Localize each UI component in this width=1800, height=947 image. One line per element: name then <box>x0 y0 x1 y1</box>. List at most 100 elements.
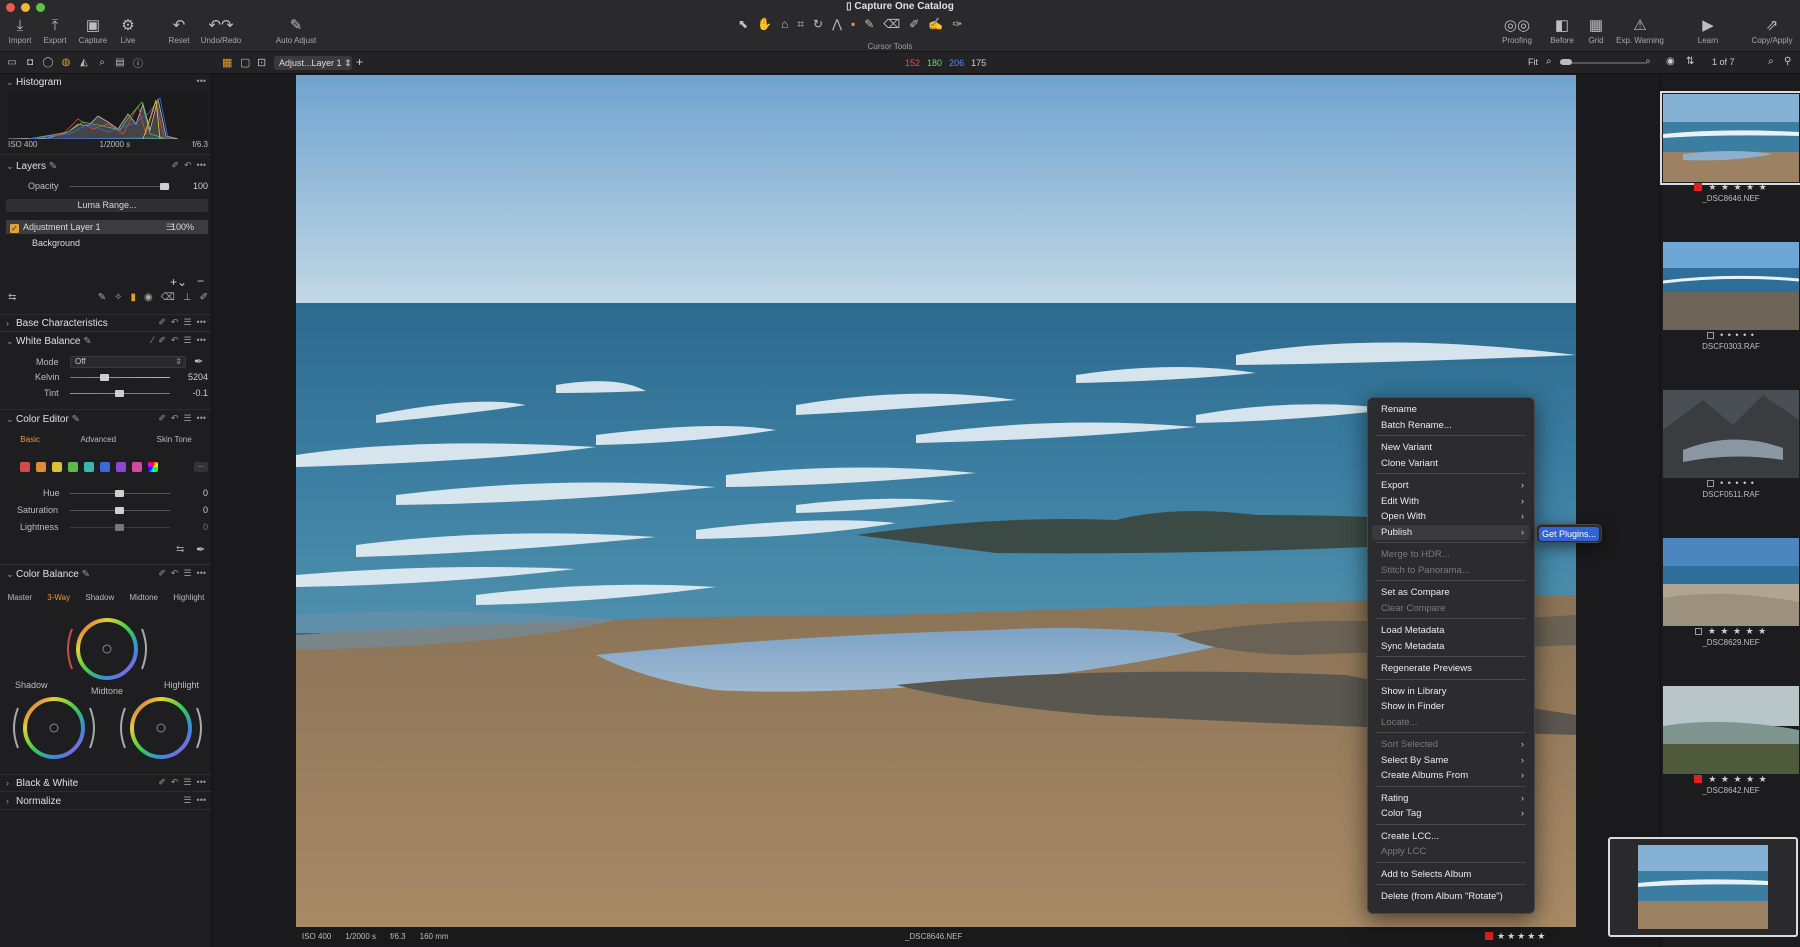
color-tab-icon[interactable]: ◍ <box>60 56 72 68</box>
add-layer-icon[interactable]: + <box>356 55 363 69</box>
more-icon[interactable]: ••• <box>197 568 206 579</box>
menu-item-color-tag[interactable]: Color Tag › <box>1372 806 1530 821</box>
menu-item-set-as-compare[interactable]: Set as Compare <box>1372 585 1530 600</box>
annotate-cursor-icon[interactable]: ✍ <box>928 17 943 32</box>
menu-item-regenerate-previews[interactable]: Regenerate Previews <box>1372 661 1530 676</box>
copy-apply-button[interactable]: ⇗ Copy/Apply <box>1752 16 1793 45</box>
thumbnail-rating[interactable]: ★ ★ ★ ★ ★ <box>1663 182 1799 193</box>
tab-skin-tone[interactable]: Skin Tone <box>157 435 192 444</box>
brush-icon[interactable]: ✎ <box>49 161 57 172</box>
keystone-cursor-icon[interactable]: ⋀ <box>832 17 842 32</box>
histogram-header[interactable]: ⌄ Histogram ••• <box>0 74 212 90</box>
menu-item-rename[interactable]: Rename <box>1372 402 1530 417</box>
mask-cursor-icon[interactable]: ▪ <box>851 17 855 32</box>
info-tab-icon[interactable]: ⓘ <box>132 56 144 70</box>
wand-icon[interactable]: ✐ <box>171 160 179 171</box>
pen-icon[interactable]: ✐ <box>200 292 208 303</box>
menu-item-export[interactable]: Export › <box>1372 478 1530 493</box>
brush-icon[interactable]: ✎ <box>82 569 90 580</box>
brush-icon[interactable]: ✎ <box>83 336 91 347</box>
brush-icon[interactable]: ✎ <box>98 292 106 303</box>
menu-item-create-lcc[interactable]: Create LCC... <box>1372 829 1530 844</box>
wand-icon[interactable]: ✐ <box>158 777 166 788</box>
checkbox-icon[interactable]: ✓ <box>10 224 19 233</box>
layer-select[interactable]: Adjust...Layer 1 ⇕ <box>274 56 352 70</box>
more-icon[interactable]: ••• <box>197 413 206 424</box>
lens-tab-icon[interactable]: ◯ <box>42 56 54 68</box>
tint-slider[interactable] <box>70 390 170 397</box>
eye-icon[interactable]: ◉ <box>1666 56 1675 67</box>
shadow-wheel[interactable] <box>6 693 102 763</box>
menu-item-rating[interactable]: Rating › <box>1372 791 1530 806</box>
menu-item-sort-selected[interactable]: Sort Selected › <box>1372 737 1530 752</box>
erase-cursor-icon[interactable]: ⌫ <box>883 17 900 32</box>
tint-value[interactable]: -0.1 <box>178 388 208 398</box>
thumbnail-rating[interactable]: ★ ★ ★ ★ ★ <box>1663 626 1799 637</box>
picker-cursor-icon[interactable]: ✐ <box>909 17 919 32</box>
wb-mode-select[interactable]: Off ⇕ <box>70 356 186 368</box>
export-button[interactable]: ⤒ Export <box>35 16 75 46</box>
zoom-out-icon[interactable]: ⌕ <box>1546 56 1552 67</box>
menu-item-sync-metadata[interactable]: Sync Metadata <box>1372 639 1530 654</box>
erase-icon[interactable]: ⌫ <box>161 292 175 303</box>
thumbnail-rating[interactable]: ★ ★ ★ ★ ★ <box>1663 774 1799 785</box>
menu-item-batch-rename[interactable]: Batch Rename... <box>1372 418 1530 433</box>
more-swatches-button[interactable]: ... <box>194 462 208 472</box>
zoom-fit-button[interactable]: Fit <box>1528 57 1538 67</box>
reset-icon[interactable]: ↶ <box>171 413 179 424</box>
color-swatch[interactable] <box>100 462 110 472</box>
menu-item-clear-compare[interactable]: Clear Compare <box>1372 601 1530 616</box>
saturation-slider[interactable] <box>70 507 170 514</box>
tab-3-way[interactable]: 3-Way <box>47 593 70 602</box>
get-plugins-item[interactable]: Get Plugins... <box>1539 527 1599 541</box>
menu-item-select-by-same[interactable]: Select By Same › <box>1372 753 1530 768</box>
menu-item-create-albums-from[interactable]: Create Albums From › <box>1372 768 1530 783</box>
checkbox-icon[interactable] <box>1707 332 1715 339</box>
menu-item-locate[interactable]: Locate... <box>1372 715 1530 730</box>
brush-cursor-icon[interactable]: ✎ <box>864 17 874 32</box>
tab-master[interactable]: Master <box>8 593 32 602</box>
color-swatch[interactable] <box>116 462 126 472</box>
reset-icon[interactable]: ↶ <box>171 777 179 788</box>
more-icon[interactable]: ••• <box>197 160 206 171</box>
white-balance-header[interactable]: ⌄ White Balance ✎ ⁄ ✐ ↶ ☰ ••• <box>0 333 212 349</box>
color-editor-header[interactable]: ⌄ Color Editor ✎ ✐ ↶ ☰ ••• <box>0 411 212 427</box>
menu-item-merge-to-hdr[interactable]: Merge to HDR... <box>1372 547 1530 562</box>
reset-button[interactable]: ↶ Reset <box>159 16 199 45</box>
proofing-button[interactable]: ◎◎ Proofing <box>1497 16 1537 45</box>
pan-cursor-icon[interactable]: ✋ <box>757 17 772 32</box>
layers-header[interactable]: ⌄ Layers ✎ ✐ ↶ ••• <box>0 158 212 174</box>
capture-tab-icon[interactable]: ◘ <box>24 56 36 68</box>
list-icon[interactable]: ☰ <box>183 335 191 346</box>
list-icon[interactable]: ☰ <box>183 317 191 328</box>
highlight-wheel[interactable] <box>113 693 209 763</box>
magic-brush-icon[interactable]: ✧ <box>114 292 122 303</box>
more-icon[interactable]: ••• <box>197 335 206 346</box>
lightness-slider[interactable] <box>70 524 170 531</box>
color-swatch[interactable] <box>20 462 30 472</box>
exposure-tab-icon[interactable]: ◭ <box>78 56 90 68</box>
wand-icon[interactable]: ✐ <box>158 413 166 424</box>
navigator-preview[interactable] <box>1608 837 1798 937</box>
menu-item-stitch-to-panorama[interactable]: Stitch to Panorama... <box>1372 563 1530 578</box>
hue-value[interactable]: 0 <box>178 488 208 498</box>
viewer-rating[interactable]: ★★★★★ <box>1485 931 1547 942</box>
swap-icon[interactable]: ⇆ <box>176 544 184 555</box>
more-icon[interactable]: ••• <box>197 76 206 86</box>
radial-icon[interactable]: ◉ <box>144 292 153 303</box>
menu-item-load-metadata[interactable]: Load Metadata <box>1372 623 1530 638</box>
adjustments-tab-icon[interactable]: ▤ <box>114 56 126 68</box>
add-layer-icon[interactable]: +⌄ <box>170 275 187 289</box>
loupe-cursor-icon[interactable]: ⌂ <box>781 17 788 32</box>
hue-slider[interactable] <box>70 490 170 497</box>
reset-icon[interactable]: ↶ <box>171 335 179 346</box>
select-cursor-icon[interactable]: ⬉ <box>738 17 748 32</box>
tab-advanced[interactable]: Advanced <box>80 435 116 444</box>
compare-view-icon[interactable]: ⊡ <box>257 56 266 69</box>
list-icon[interactable]: ☰ <box>183 568 191 579</box>
grid-button[interactable]: ▦ Grid <box>1576 16 1616 45</box>
midtone-wheel[interactable] <box>60 615 160 685</box>
filter-icon[interactable]: ⚲ <box>1784 56 1791 67</box>
library-tab-icon[interactable]: ▭ <box>6 56 18 68</box>
capture-button[interactable]: ▣ Capture <box>73 16 113 45</box>
